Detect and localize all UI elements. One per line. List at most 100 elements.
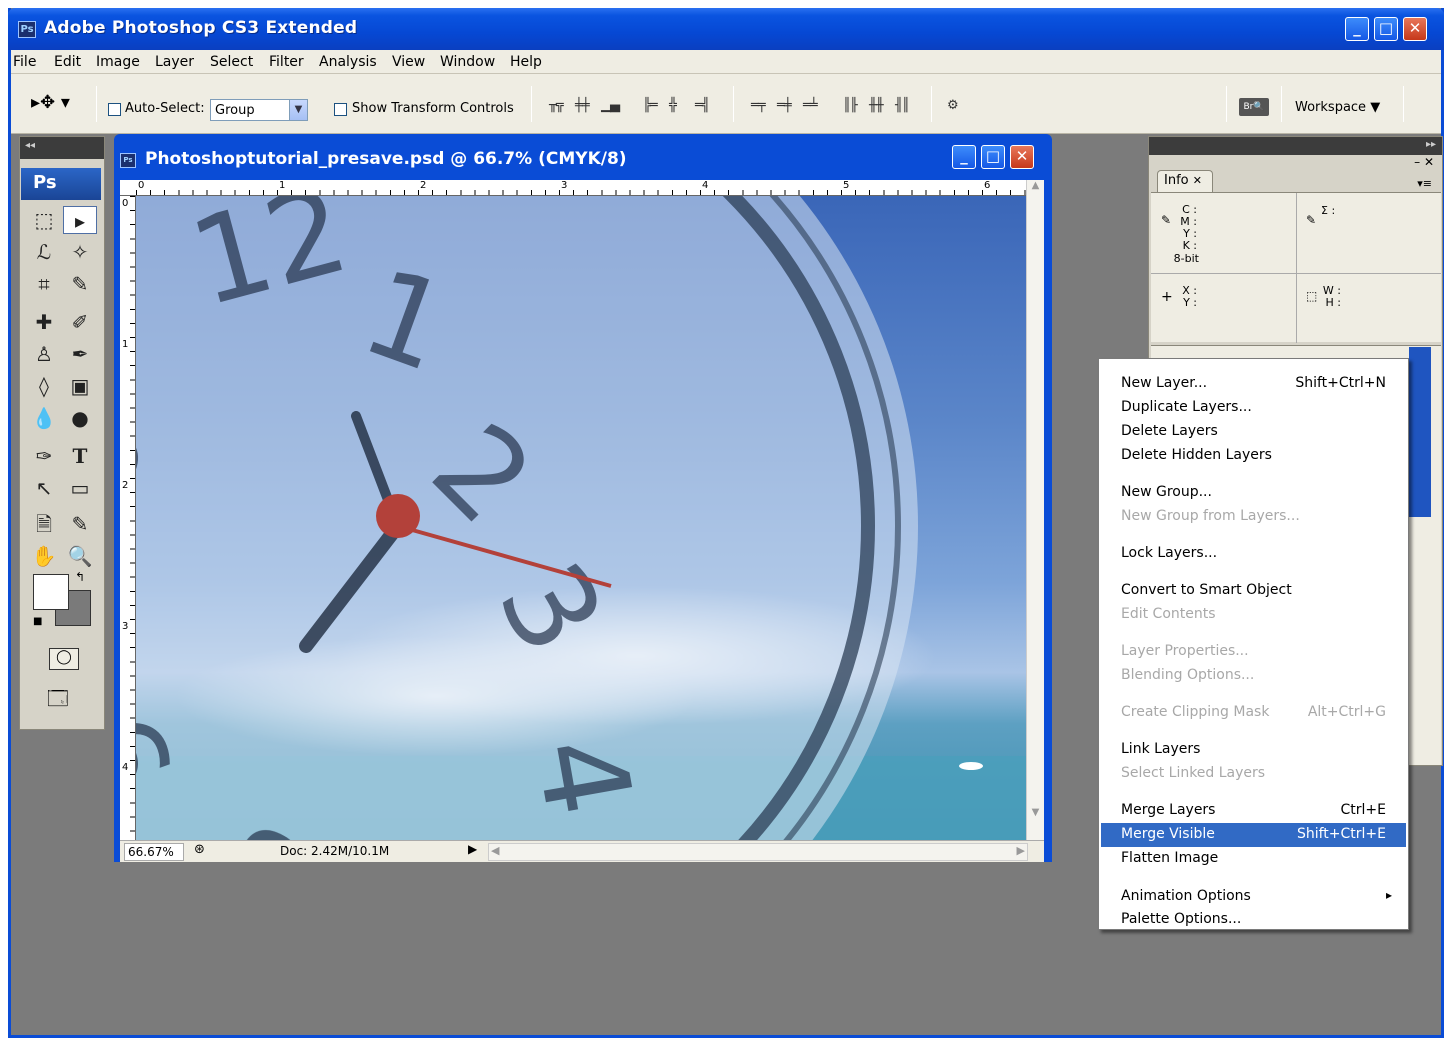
menu-item-merge-layers[interactable]: Merge Layers Ctrl+E <box>1101 799 1406 823</box>
maximize-button[interactable]: □ <box>1374 17 1398 41</box>
clone-stamp-icon[interactable]: ♙ <box>27 340 61 368</box>
history-brush-icon[interactable]: ✒ <box>63 340 97 368</box>
menu-item-delete-hidden-layers[interactable]: Delete Hidden Layers <box>1101 444 1406 468</box>
brush-tool-icon[interactable]: ✐ <box>63 308 97 336</box>
close-button[interactable]: ✕ <box>1403 17 1427 41</box>
show-transform-checkbox[interactable] <box>334 103 347 116</box>
distribute-right-icon[interactable]: ╢║ <box>895 98 913 114</box>
scroll-down-icon[interactable]: ▼ <box>1027 807 1044 824</box>
menu-separator <box>1101 631 1406 632</box>
menu-file[interactable]: File <box>13 54 36 70</box>
align-vcenter-icon[interactable]: ╪╪ <box>575 98 593 114</box>
path-selection-icon[interactable]: ↖ <box>27 474 61 502</box>
pen-tool-icon[interactable]: ✑ <box>27 442 61 470</box>
distribute-left-icon[interactable]: ║╟ <box>843 98 861 114</box>
horizontal-ruler[interactable]: 0 1 2 3 4 5 6 <box>128 180 1032 196</box>
tab-info[interactable]: Info ✕ <box>1157 170 1213 192</box>
auto-align-layers-icon[interactable]: ⚙ <box>947 98 965 114</box>
minimize-button[interactable]: _ <box>1345 17 1369 41</box>
menu-view[interactable]: View <box>392 54 425 70</box>
magic-wand-icon[interactable]: ✧ <box>63 238 97 266</box>
scroll-right-icon[interactable]: ▶ <box>1017 844 1025 857</box>
menu-item-animation-options[interactable]: Animation Options ▸ <box>1101 885 1406 909</box>
swap-colors-icon[interactable]: ↰ <box>75 570 85 584</box>
menu-item-palette-options[interactable]: Palette Options... <box>1101 908 1406 932</box>
version-cue-icon[interactable]: ⊛ <box>194 842 205 857</box>
panel-menu-icon[interactable]: ▾≡ <box>1417 177 1432 190</box>
ruler-ticks <box>136 190 1032 195</box>
vertical-scrollbar[interactable]: ▲ ▼ <box>1026 180 1044 840</box>
shape-tool-icon[interactable]: ▭ <box>63 474 97 502</box>
menu-item-lock-layers[interactable]: Lock Layers... <box>1101 542 1406 566</box>
workspace-menu[interactable]: Workspace ▼ <box>1295 100 1380 115</box>
gradient-tool-icon[interactable]: ▣ <box>63 372 97 400</box>
sigma-readout: Σ : <box>1321 204 1336 217</box>
menu-separator <box>1101 570 1406 571</box>
zoom-field[interactable]: 66.67% <box>124 843 184 861</box>
align-left-icon[interactable]: ╠═ <box>643 98 661 114</box>
distribute-vcenter-icon[interactable]: ═╪ <box>777 98 795 114</box>
doc-maximize-button[interactable]: □ <box>981 145 1005 169</box>
menu-item-new-layer[interactable]: New Layer... Shift+Ctrl+N <box>1101 372 1406 396</box>
default-colors-icon[interactable]: ■ <box>33 616 42 627</box>
panel-close-icon[interactable]: – ✕ <box>1414 155 1434 169</box>
lasso-tool-icon[interactable]: ℒ <box>27 238 61 266</box>
align-hcenter-icon[interactable]: ╬ <box>669 98 687 114</box>
selected-layer-strip[interactable] <box>1409 347 1431 517</box>
menu-filter[interactable]: Filter <box>269 54 304 70</box>
eraser-tool-icon[interactable]: ◊ <box>27 372 61 400</box>
doc-minimize-button[interactable]: _ <box>952 145 976 169</box>
auto-select-checkbox[interactable] <box>108 103 121 116</box>
align-bottom-icon[interactable]: ▁▄ <box>601 98 620 114</box>
foreground-color-swatch[interactable] <box>33 574 69 610</box>
menu-help[interactable]: Help <box>510 54 542 70</box>
marquee-tool-icon[interactable]: ⬚ <box>27 206 61 234</box>
eyedropper-icon[interactable]: ✎ <box>63 510 97 538</box>
bridge-icon[interactable]: Br🔍 <box>1239 98 1269 116</box>
screen-mode-icon[interactable]: 🗔 <box>47 684 69 718</box>
menu-item-link-layers[interactable]: Link Layers <box>1101 738 1406 762</box>
hand-tool-icon[interactable]: ✋ <box>27 542 61 570</box>
auto-select-dropdown[interactable]: Group ▼ <box>210 99 308 121</box>
menu-item-merge-visible[interactable]: Merge Visible Shift+Ctrl+E <box>1101 823 1406 847</box>
image-canvas[interactable]: 12 1 2 3 4 5 10 9 8 <box>136 196 1026 840</box>
healing-brush-icon[interactable]: ✚ <box>27 308 61 336</box>
panel-collapse-icon[interactable]: ▸▸ <box>1426 139 1436 150</box>
menu-item-delete-layers[interactable]: Delete Layers <box>1101 420 1406 444</box>
menu-item-new-group[interactable]: New Group... <box>1101 481 1406 505</box>
menu-window[interactable]: Window <box>440 54 495 70</box>
vertical-ruler[interactable]: 0 1 2 3 4 <box>120 196 136 840</box>
menu-analysis[interactable]: Analysis <box>319 54 377 70</box>
move-tool-preset-icon[interactable]: ▸✥ ▾ <box>31 92 70 113</box>
crop-tool-icon[interactable]: ⌗ <box>27 270 61 298</box>
zoom-tool-icon[interactable]: 🔍 <box>63 542 97 570</box>
toolbox-logo[interactable]: Ps <box>21 168 101 200</box>
panel-dock-header[interactable]: ▸▸ <box>1149 137 1442 155</box>
align-right-icon[interactable]: ═╣ <box>695 98 713 114</box>
type-tool-icon[interactable]: T <box>63 442 97 470</box>
toolbox-collapse-icon[interactable]: ◂◂ <box>20 137 104 159</box>
move-tool-icon[interactable]: ▸ <box>63 206 97 234</box>
menu-edit[interactable]: Edit <box>54 54 81 70</box>
notes-tool-icon[interactable]: 🗎 <box>27 510 61 538</box>
menu-select[interactable]: Select <box>210 54 253 70</box>
distribute-top-icon[interactable]: ═╤ <box>751 98 769 114</box>
blur-tool-icon[interactable]: 💧 <box>27 404 61 432</box>
menu-item-duplicate-layers[interactable]: Duplicate Layers... <box>1101 396 1406 420</box>
distribute-hcenter-icon[interactable]: ╫╫ <box>869 98 887 114</box>
menu-layer[interactable]: Layer <box>155 54 194 70</box>
menu-item-flatten-image[interactable]: Flatten Image <box>1101 847 1406 871</box>
quick-mask-icon[interactable]: ◯ <box>49 648 79 670</box>
status-menu-arrow-icon[interactable]: ▶ <box>468 842 477 856</box>
slice-tool-icon[interactable]: ✎ <box>63 270 97 298</box>
scroll-left-icon[interactable]: ◀ <box>491 844 499 857</box>
menu-image[interactable]: Image <box>96 54 140 70</box>
close-icon[interactable]: ✕ <box>1193 174 1202 187</box>
horizontal-scrollbar[interactable]: ◀ ▶ <box>488 843 1028 861</box>
scroll-up-icon[interactable]: ▲ <box>1027 180 1044 197</box>
menu-item-convert-smart-object[interactable]: Convert to Smart Object <box>1101 579 1406 603</box>
align-top-icon[interactable]: ╥╦ <box>549 98 567 114</box>
dodge-tool-icon[interactable]: ● <box>63 404 97 432</box>
doc-close-button[interactable]: ✕ <box>1010 145 1034 169</box>
distribute-bottom-icon[interactable]: ═╧ <box>803 98 821 114</box>
